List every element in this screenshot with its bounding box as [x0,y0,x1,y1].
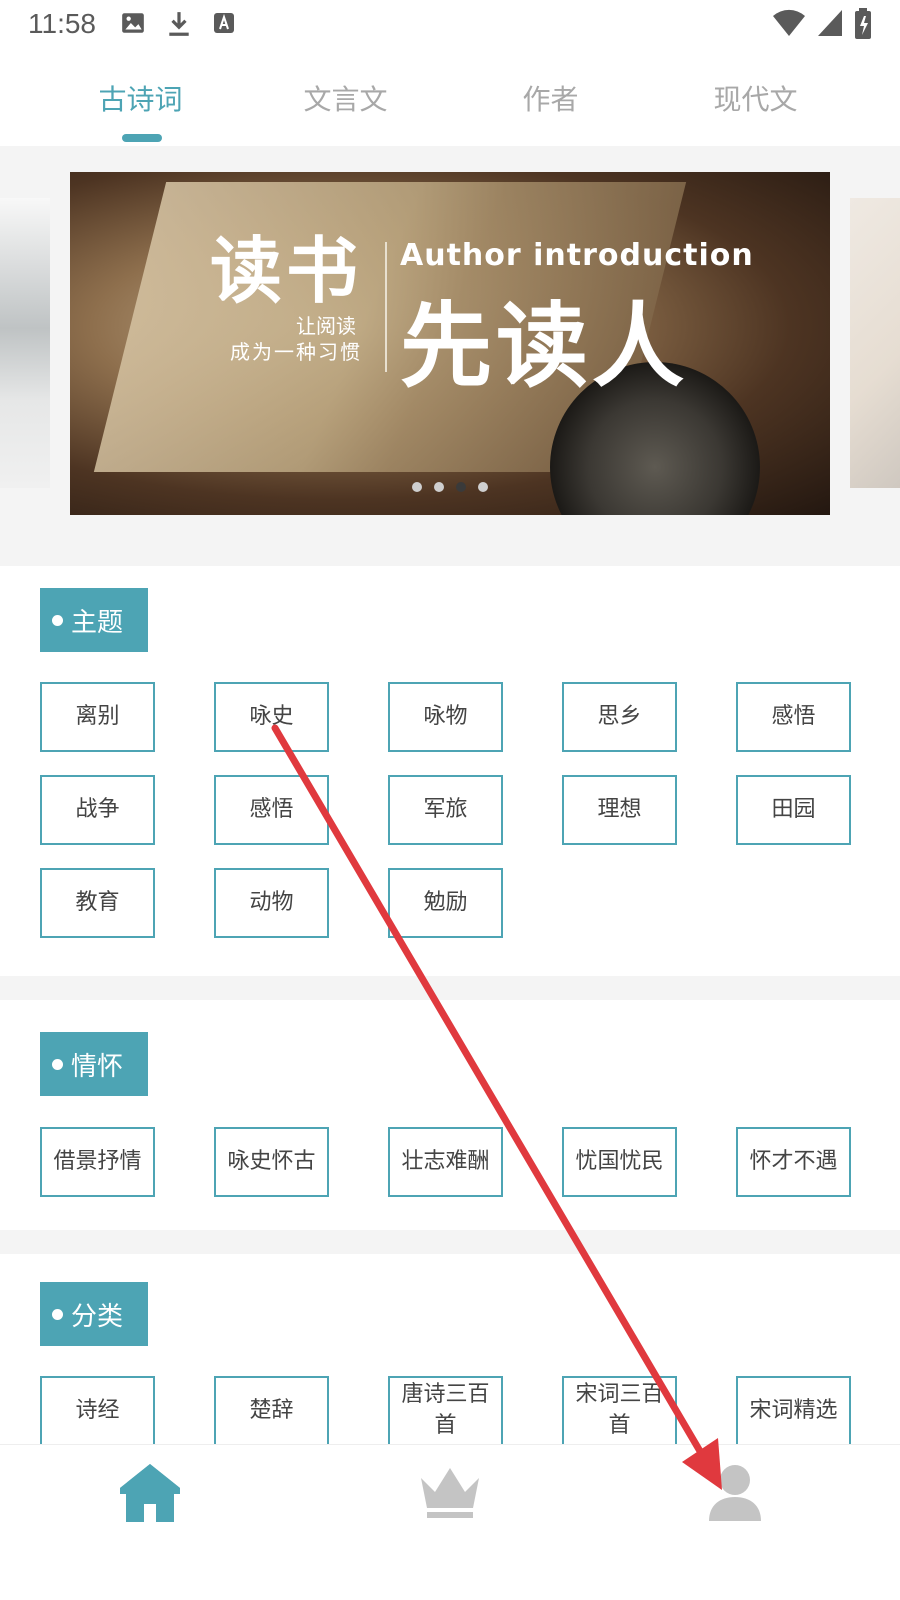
topic-chip[interactable]: 田园 [736,775,851,845]
status-bar: 11:58 [0,0,900,50]
nav-featured[interactable] [405,1455,495,1535]
sentiment-chip[interactable]: 壮志难酬 [388,1127,503,1197]
text-icon [212,10,236,38]
carousel-dot[interactable] [434,482,444,492]
topic-chip[interactable]: 军旅 [388,775,503,845]
carousel-indicator [0,482,900,492]
topic-chip[interactable]: 离别 [40,682,155,752]
banner-slide[interactable]: 读书 让阅读 成为一种习惯 Author introduction 先读人 [70,172,830,515]
tab-classical-prose[interactable]: 文言文 [243,60,448,146]
bottom-navigation [0,1444,900,1600]
banner-title-right: 先读人 [400,293,689,400]
sentiment-section-title: 情怀 [40,1032,148,1096]
category-section: 分类 诗经 楚辞 唐诗三百首 宋词三百首 宋词精选 [0,1254,900,1446]
nav-profile[interactable] [690,1455,780,1535]
image-icon [120,10,146,38]
collection-chip[interactable]: 楚辞 [214,1376,329,1446]
theme-title-text: 主题 [71,607,124,638]
banner-next-slide[interactable] [850,198,900,488]
topic-chip[interactable]: 教育 [40,868,155,938]
topic-chip[interactable]: 动物 [214,868,329,938]
download-icon [166,10,192,38]
signal-icon [816,8,844,40]
banner-subtitle-1: 让阅读 [296,314,356,338]
status-notification-icons [120,10,236,38]
topic-chip[interactable]: 咏物 [388,682,503,752]
banner-carousel: 读书 让阅读 成为一种习惯 Author introduction 先读人 [0,146,900,566]
status-time: 11:58 [28,8,96,39]
battery-icon [854,8,872,40]
section-divider [0,976,900,1000]
topic-chip[interactable]: 感悟 [736,682,851,752]
topic-chip[interactable]: 战争 [40,775,155,845]
theme-section-title: 主题 [40,588,148,652]
carousel-dot[interactable] [478,482,488,492]
nav-home[interactable] [105,1455,195,1535]
active-tab-indicator [122,134,162,142]
banner-title-left: 读书 [210,229,363,313]
crown-icon [417,1464,483,1526]
status-system-icons [772,8,872,40]
sentiment-section: 情怀 借景抒情 咏史怀古 壮志难酬 忧国忧民 怀才不遇 [0,1000,900,1230]
wifi-icon [772,8,806,40]
tab-modern-prose[interactable]: 现代文 [653,60,858,146]
sentiment-chip[interactable]: 忧国忧民 [562,1127,677,1197]
sentiment-chip[interactable]: 借景抒情 [40,1127,155,1197]
sentiment-title-text: 情怀 [71,1051,124,1082]
topic-chip[interactable]: 感悟 [214,775,329,845]
category-section-title: 分类 [40,1282,148,1346]
sentiment-chip[interactable]: 怀才不遇 [736,1127,851,1197]
collection-chip[interactable]: 宋词精选 [736,1376,851,1446]
collection-chip[interactable]: 诗经 [40,1376,155,1446]
banner-prev-slide[interactable] [0,198,50,488]
topic-chip[interactable]: 咏史 [214,682,329,752]
carousel-dot[interactable] [412,482,422,492]
tab-author[interactable]: 作者 [448,60,653,146]
sentiment-chip[interactable]: 咏史怀古 [214,1127,329,1197]
category-title-text: 分类 [71,1301,124,1332]
collection-chip[interactable]: 宋词三百首 [562,1376,677,1446]
banner-english-title: Author introduction [400,238,754,273]
banner-subtitle-2: 成为一种习惯 [230,340,362,364]
user-icon [706,1463,764,1527]
banner-divider [385,242,387,372]
section-divider [0,1230,900,1254]
topic-chip[interactable]: 理想 [562,775,677,845]
topic-chip[interactable]: 思乡 [562,682,677,752]
theme-section: 主题 离别 咏史 咏物 思乡 感悟 战争 感悟 军旅 理想 田园 教育 动物 勉… [0,566,900,976]
collection-chip[interactable]: 唐诗三百首 [388,1376,503,1446]
topic-chip[interactable]: 勉励 [388,868,503,938]
carousel-dot-active[interactable] [456,482,466,492]
home-icon [118,1462,182,1528]
